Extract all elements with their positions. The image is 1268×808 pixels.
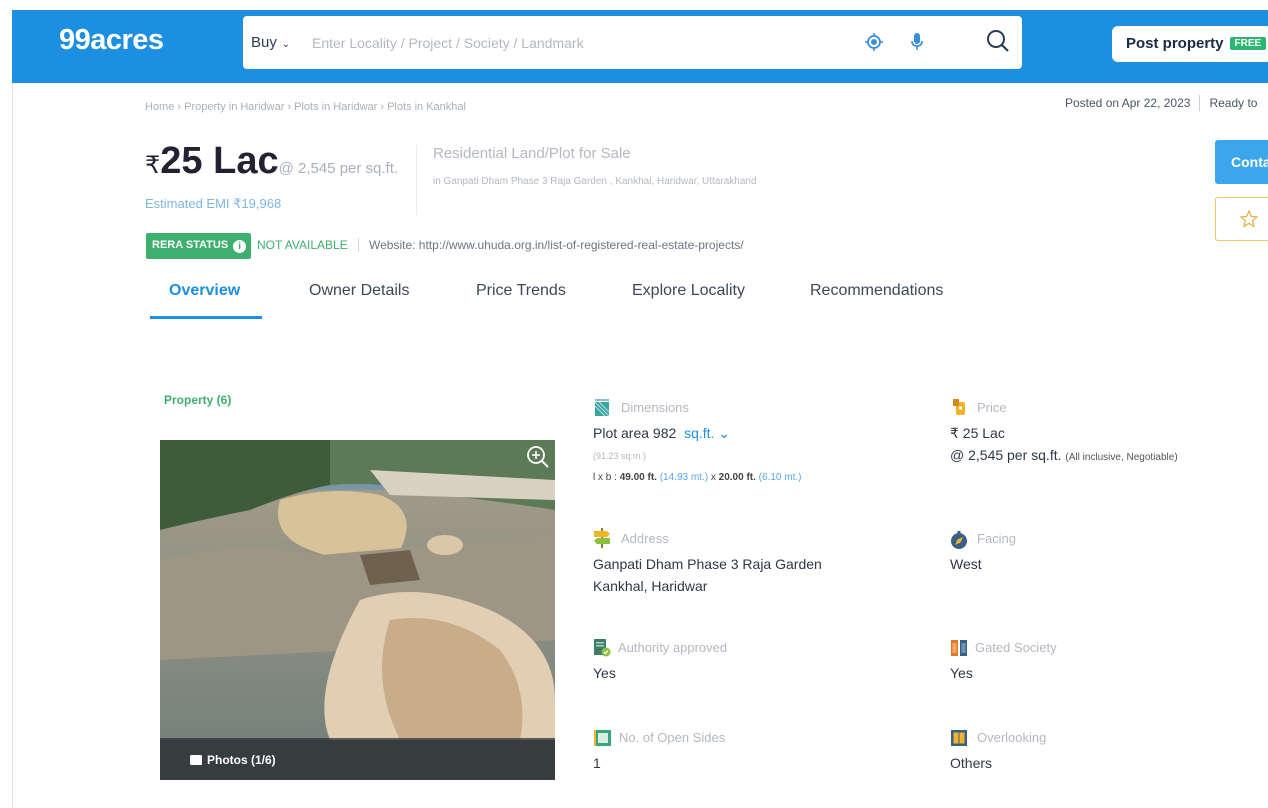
tab-price-trends[interactable]: Price Trends [476,282,566,300]
plot-area-sqm: (91.23 sq.m.) [593,451,647,461]
rera-status-value: NOT AVAILABLE [257,238,348,252]
divider [416,145,417,215]
shortlist-button[interactable] [1215,197,1268,241]
open-sides-value: 1 [593,755,601,771]
tab-owner-details[interactable]: Owner Details [309,282,409,300]
property-address: in Ganpati Dham Phase 3 Raja Garden , Ka… [433,176,757,187]
facing-label: Facing [977,531,1017,546]
price-per-sqft-text: @ 2,545 per sq.ft. [950,447,1062,463]
address-line-1: Ganpati Dham Phase 3 Raja Garden [593,556,822,572]
area-unit-dropdown[interactable]: sq.ft. ⌄ [684,425,730,441]
facing-value: West [950,556,982,572]
top-navigation-bar: 99acres Buy ⌄ Post property FREE [12,10,1268,83]
address-line-2: Kankhal, Haridwar [593,578,708,594]
property-photo-count[interactable]: Property (6) [164,393,231,407]
price-per-sqft: @ 2,545 per sq.ft. [278,160,399,177]
price-value: ₹ 25 Lac [950,425,1005,441]
window-view-icon [951,730,967,746]
breadth-m: (6.10 mt.) [758,472,802,483]
buy-dropdown[interactable]: Buy ⌄ [251,34,290,51]
authority-approved-label: Authority approved [618,640,728,655]
property-photo[interactable] [160,440,555,780]
logo[interactable]: 99acres [59,24,164,57]
plot-dimensions: l x b : 49.00 ft. (14.93 mt.) x 20.00 ft… [593,472,801,483]
photos-counter-label: Photos (1/6) [207,753,276,767]
overlooking-label: Overlooking [977,730,1047,745]
microphone-icon[interactable] [909,32,925,52]
length-m: (14.93 mt.) [659,472,709,483]
signpost-icon [594,528,610,548]
plot-area-text: Plot area 982 [593,425,677,441]
price-amount: 25 Lac [160,140,279,182]
area-unit-label: sq.ft. [684,425,715,441]
gated-society-label: Gated Society [975,640,1057,655]
address-label: Address [621,531,669,546]
possession-status: Ready to [1209,96,1258,110]
post-property-button[interactable]: Post property FREE [1112,26,1268,62]
breadth-ft: 20.00 ft. [718,472,756,483]
lxb-prefix: l x b : [593,472,620,483]
free-badge: FREE [1229,37,1267,50]
tab-overview[interactable]: Overview [169,282,240,300]
posted-date: Posted on Apr 22, 2023 [1065,96,1191,110]
location-target-icon[interactable] [865,33,883,51]
plot-area-value: Plot area 982 sq.ft. ⌄ [593,422,730,444]
open-sides-icon [594,730,611,746]
zoom-icon[interactable] [525,444,551,470]
breadcrumb[interactable]: Home › Property in Haridwar › Plots in H… [145,101,466,113]
overlooking-value: Others [950,755,993,771]
dimensions-label: Dimensions [621,400,689,415]
card-border [12,83,13,808]
open-sides-label: No. of Open Sides [619,730,726,745]
photos-counter[interactable]: Photos (1/6) [190,753,276,767]
property-type: Residential Land/Plot for Sale [433,145,631,162]
divider [1199,95,1201,111]
price-tag-icon [953,399,965,415]
estimated-emi-link[interactable]: Estimated EMI ₹19,968 [145,196,281,212]
search-bar: Buy ⌄ [243,16,1022,69]
authority-approved-value: Yes [593,665,616,681]
rera-website[interactable]: Website: http://www.uhuda.org.in/list-of… [358,238,744,252]
image-icon [190,755,202,765]
tab-explore-locality[interactable]: Explore Locality [632,282,745,300]
rera-status-badge[interactable]: RERA STATUS i [146,233,252,259]
price-heading: ₹25 Lac@ 2,545 per sq.ft. [145,140,398,183]
chevron-down-icon: ⌄ [718,425,731,441]
gate-icon [951,640,967,656]
posted-info: Posted on Apr 22, 2023 Ready to [1065,95,1257,111]
rupee-symbol: ₹ [145,152,161,179]
post-property-label: Post property [1126,35,1224,52]
times-sign: x [708,472,719,483]
document-approved-icon [594,639,611,657]
star-icon [1240,210,1258,228]
tab-recommendations[interactable]: Recommendations [810,282,943,300]
gated-society-value: Yes [950,665,973,681]
compass-icon [951,531,967,549]
search-input[interactable] [312,30,852,56]
chevron-down-icon: ⌄ [278,39,291,50]
buy-label: Buy [251,34,277,51]
price-label: Price [977,400,1007,415]
info-icon: i [233,240,247,253]
search-icon[interactable] [985,28,1011,54]
dimensions-icon [594,399,610,417]
length-ft: 49.00 ft. [619,472,657,483]
price-note: (All inclusive, Negotiable) [1065,452,1178,463]
price-per-sqft-detail: @ 2,545 per sq.ft. (All inclusive, Negot… [950,444,1178,469]
active-tab-indicator [150,316,262,319]
rera-badge-label: RERA STATUS [152,239,229,251]
contact-button[interactable]: Contact [1215,140,1268,184]
